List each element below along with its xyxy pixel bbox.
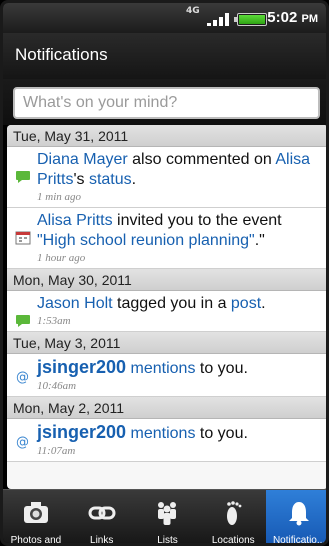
notification-list[interactable]: Tue, May 31, 2011 Diana Mayer also commen… (7, 125, 326, 489)
mention-icon: @ (15, 368, 31, 385)
tab-label: Lists (157, 535, 178, 546)
tab-label: Locations (211, 535, 255, 546)
date-header: Mon, May 2, 2011 (7, 397, 326, 419)
tab-label: Photos and (10, 535, 62, 546)
object-link[interactable]: status (89, 171, 132, 188)
comment-icon (15, 313, 31, 327)
notification-text: jsinger200 mentions to you. (37, 422, 324, 444)
svg-text:@: @ (16, 370, 29, 384)
actor-link[interactable]: Alisa Pritts (37, 212, 113, 229)
tab-photos-and[interactable]: Photos and (3, 490, 69, 546)
tab-label: Links (90, 535, 114, 546)
tab-notificatio[interactable]: Notificatio... (266, 490, 326, 546)
actor-link[interactable]: jsinger200 (37, 357, 126, 377)
object-link[interactable]: "High school reunion planning" (37, 232, 255, 249)
timestamp: 1 min ago (37, 191, 81, 203)
timestamp: 1:53am (37, 315, 71, 327)
text-fragment: invited you to the event (112, 212, 282, 229)
status-update-input[interactable]: What's on your mind? (13, 87, 320, 119)
notification-item[interactable]: @ jsinger200 mentions to you. 11:07am (7, 419, 326, 462)
text-fragment: . (131, 171, 137, 188)
text-fragment: ." (254, 232, 265, 249)
network-indicator: 4G (186, 6, 200, 16)
text-fragment: to you. (195, 360, 248, 377)
notification-item[interactable]: Alisa Pritts invited you to the event "H… (7, 208, 326, 269)
text-fragment: also commented on (127, 151, 276, 168)
timestamp: 11:07am (37, 445, 76, 457)
notification-text: Diana Mayer also commented on Alisa Prit… (37, 150, 324, 190)
object-link[interactable]: mentions (131, 425, 196, 442)
text-fragment: . (261, 295, 266, 312)
comment-icon (15, 169, 31, 183)
notification-item[interactable]: @ jsinger200 mentions to you. 10:46am (7, 354, 326, 397)
date-header: Mon, May 30, 2011 (7, 269, 326, 291)
actor-link[interactable]: Jason Holt (37, 295, 113, 312)
date-header: Tue, May 3, 2011 (7, 332, 326, 354)
svg-text:@: @ (16, 435, 29, 449)
notification-item[interactable]: Jason Holt tagged you in a post. 1:53am (7, 291, 326, 332)
notification-text: jsinger200 mentions to you. (37, 357, 324, 379)
text-fragment: tagged you in a (112, 295, 231, 312)
actor-link[interactable]: Diana Mayer (37, 151, 128, 168)
object-link[interactable]: mentions (131, 360, 196, 377)
text-fragment: 's (73, 171, 89, 188)
date-header: Tue, May 31, 2011 (7, 125, 326, 147)
actor-link[interactable]: jsinger200 (37, 422, 126, 442)
tab-links[interactable]: Links (69, 490, 135, 546)
phone-frame: 4G 5:02 PM Notifications What's on your … (0, 0, 329, 546)
tab-locations[interactable]: Locations (200, 490, 266, 546)
composer-bar: What's on your mind? (3, 79, 326, 125)
clock: 5:02 PM (267, 9, 318, 26)
notification-item[interactable]: Diana Mayer also commented on Alisa Prit… (7, 147, 326, 208)
status-bar: 4G 5:02 PM (3, 3, 326, 33)
notification-text: Jason Holt tagged you in a post. (37, 294, 324, 314)
title-bar: Notifications (3, 33, 326, 79)
bottom-tab-bar: Photos and Links Lists Locations Notificatio… (3, 489, 326, 546)
timestamp: 1 hour ago (37, 252, 86, 264)
tab-label: Notificatio... (272, 535, 326, 546)
calendar-icon (15, 230, 31, 245)
signal-icon (207, 13, 229, 26)
mention-icon: @ (15, 433, 31, 450)
notification-text: Alisa Pritts invited you to the event "H… (37, 211, 324, 251)
timestamp: 10:46am (37, 380, 77, 392)
battery-icon (234, 13, 267, 26)
tab-lists[interactable]: Lists (135, 490, 201, 546)
page-title: Notifications (15, 45, 108, 64)
object-link[interactable]: post (231, 295, 261, 312)
text-fragment: to you. (195, 425, 248, 442)
